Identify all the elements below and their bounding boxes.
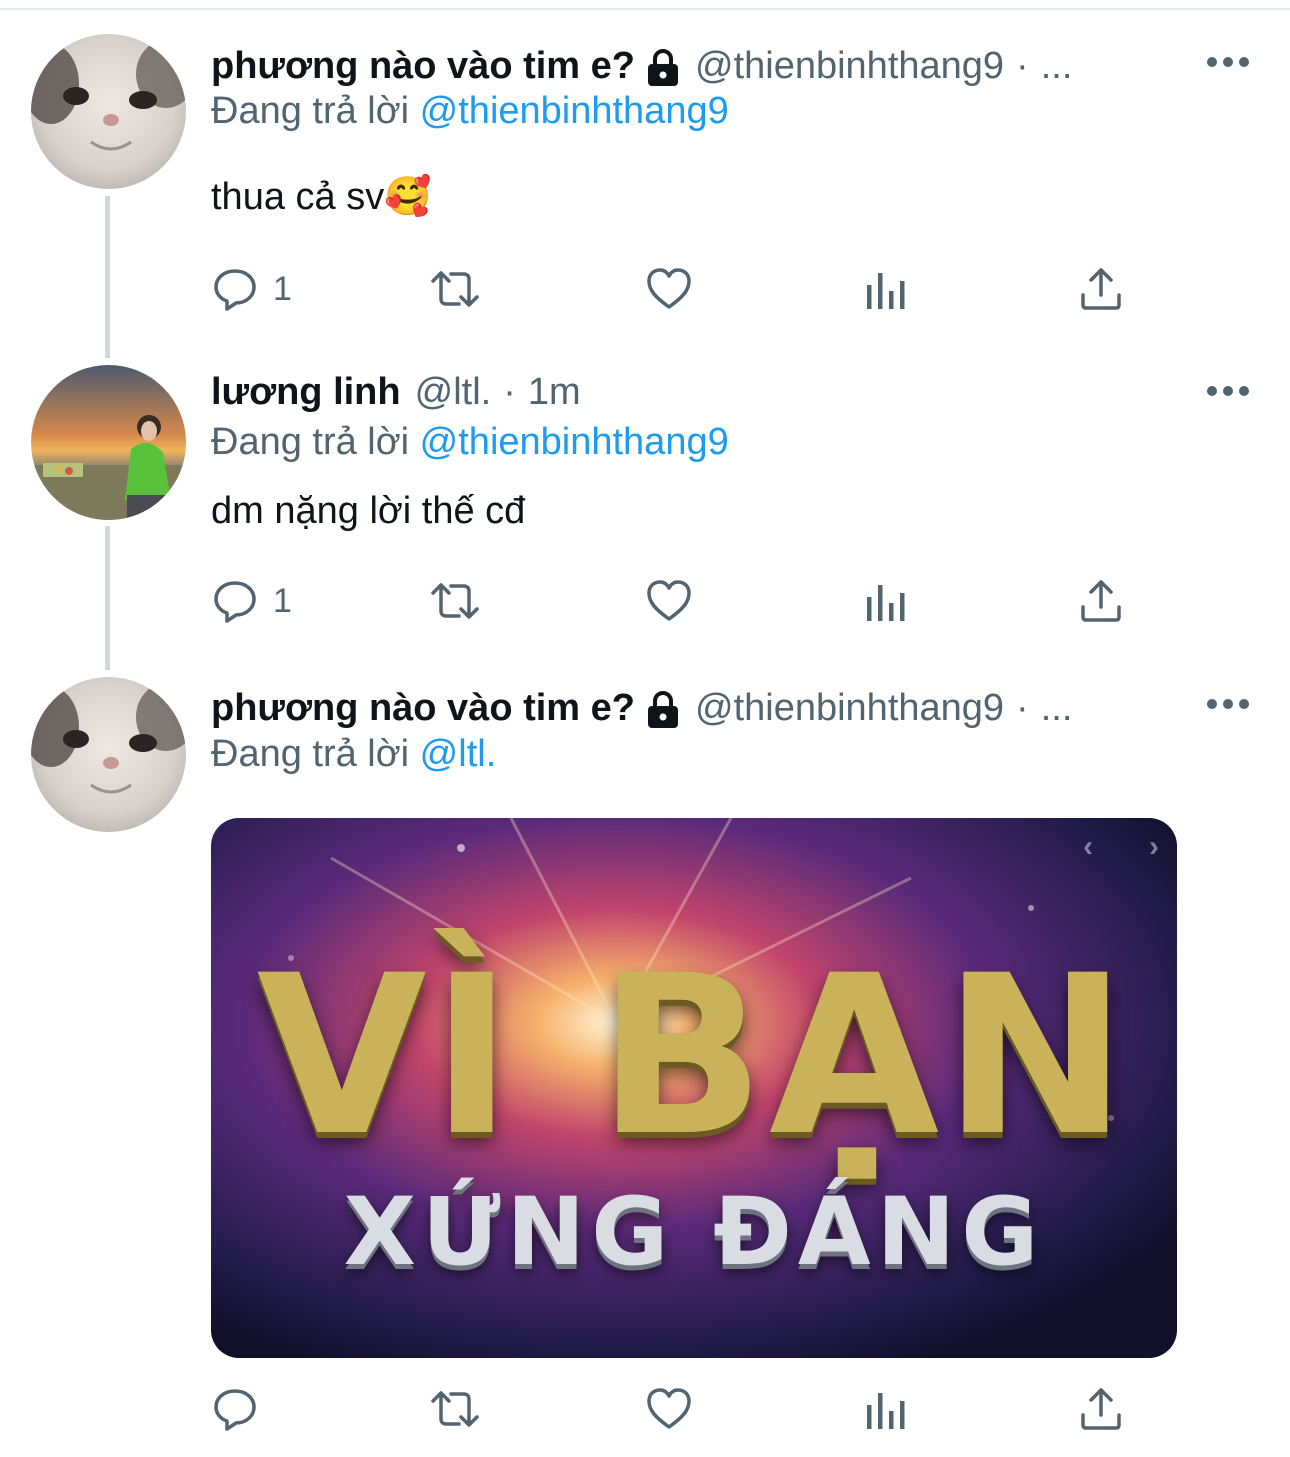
- share-icon: [1081, 1388, 1121, 1430]
- tweet-header: phương nào vào tim e? @thienbinhthang9 ·…: [211, 682, 1181, 734]
- tweet-text: dm nặng lời thế cđ: [211, 490, 526, 532]
- analytics-icon: [867, 1393, 905, 1429]
- share-icon: [1081, 580, 1121, 622]
- user-handle[interactable]: @ltl.: [415, 371, 492, 414]
- separator: ·: [503, 370, 516, 413]
- action-bar: 1: [211, 264, 1131, 314]
- lock-icon: [645, 48, 681, 88]
- avatar[interactable]: [31, 677, 186, 832]
- like-button[interactable]: [645, 576, 693, 626]
- timestamp[interactable]: ...: [1041, 687, 1073, 730]
- media-title-text: VÌ BẠN: [256, 928, 1132, 1184]
- more-horizontal-icon[interactable]: [1206, 384, 1250, 398]
- more-horizontal-icon[interactable]: [1206, 697, 1250, 711]
- cat-face-avatar-image: [31, 677, 186, 832]
- display-name[interactable]: phương nào vào tim e?: [211, 45, 635, 88]
- replying-to-label: Đang trả lời: [211, 90, 410, 132]
- reply-icon: [214, 581, 256, 623]
- media-prev-icon[interactable]: ‹: [1083, 830, 1093, 864]
- reply-count: 1: [273, 269, 292, 308]
- share-button[interactable]: [1077, 1384, 1125, 1434]
- replying-to: Đang trả lời @thienbinhthang9: [211, 90, 729, 133]
- views-button[interactable]: [863, 576, 911, 626]
- like-button[interactable]: [645, 264, 693, 314]
- tweet-text: thua cả sv🥰: [211, 176, 432, 218]
- reply-mention-link[interactable]: @thienbinhthang9: [420, 90, 729, 132]
- media-next-icon[interactable]: ›: [1149, 830, 1159, 864]
- retweet-icon: [431, 1391, 479, 1427]
- replying-to: Đang trả lời @thienbinhthang9: [211, 421, 729, 464]
- reply-icon: [214, 269, 256, 311]
- display-name[interactable]: lương linh: [211, 371, 401, 414]
- reply-count: 1: [273, 581, 292, 620]
- separator: ·: [1016, 44, 1029, 87]
- replying-to-label: Đang trả lời: [211, 733, 410, 775]
- share-button[interactable]: [1077, 264, 1125, 314]
- retweet-button[interactable]: [427, 1384, 483, 1434]
- timestamp[interactable]: 1m: [528, 371, 581, 414]
- thread-connector: [105, 526, 110, 670]
- reply-button[interactable]: 1: [211, 576, 292, 626]
- media-subtitle-text: XỨNG ĐÁNG: [343, 1178, 1045, 1287]
- avatar[interactable]: [31, 365, 186, 520]
- action-bar: [211, 1384, 1131, 1434]
- reply-mention-link[interactable]: @thienbinhthang9: [420, 421, 729, 463]
- user-handle[interactable]: @thienbinhthang9: [695, 687, 1004, 730]
- reply-mention-link[interactable]: @ltl.: [420, 733, 497, 775]
- lock-icon: [645, 690, 681, 730]
- retweet-icon: [431, 271, 479, 307]
- replying-to-label: Đang trả lời: [211, 421, 410, 463]
- like-button[interactable]: [645, 1384, 693, 1434]
- analytics-icon: [867, 273, 905, 309]
- action-bar: 1: [211, 576, 1131, 626]
- top-divider: [0, 8, 1290, 10]
- reply-icon: [214, 1389, 256, 1431]
- beach-sunset-avatar-image: [31, 365, 186, 520]
- timestamp[interactable]: ...: [1041, 45, 1073, 88]
- more-horizontal-icon[interactable]: [1206, 55, 1250, 69]
- views-button[interactable]: [863, 264, 911, 314]
- tweet-header: phương nào vào tim e? @thienbinhthang9 ·…: [211, 40, 1181, 92]
- tweet-media-image[interactable]: ‹ › VÌ BẠN XỨNG ĐÁNG: [211, 818, 1177, 1358]
- reply-button[interactable]: [211, 1384, 259, 1434]
- tweet-header: lương linh @ltl. · 1m: [211, 366, 1181, 418]
- views-button[interactable]: [863, 1384, 911, 1434]
- retweet-button[interactable]: [427, 576, 483, 626]
- share-icon: [1081, 268, 1121, 310]
- thread-connector: [105, 196, 110, 358]
- retweet-icon: [431, 583, 479, 619]
- retweet-button[interactable]: [427, 264, 483, 314]
- avatar[interactable]: [31, 34, 186, 189]
- separator: ·: [1016, 686, 1029, 729]
- cat-face-avatar-image: [31, 34, 186, 189]
- heart-icon: [647, 580, 691, 621]
- display-name[interactable]: phương nào vào tim e?: [211, 687, 635, 730]
- analytics-icon: [867, 585, 905, 621]
- reply-button[interactable]: 1: [211, 264, 292, 314]
- heart-icon: [647, 268, 691, 309]
- heart-icon: [647, 1388, 691, 1429]
- replying-to: Đang trả lời @ltl.: [211, 733, 496, 776]
- user-handle[interactable]: @thienbinhthang9: [695, 45, 1004, 88]
- share-button[interactable]: [1077, 576, 1125, 626]
